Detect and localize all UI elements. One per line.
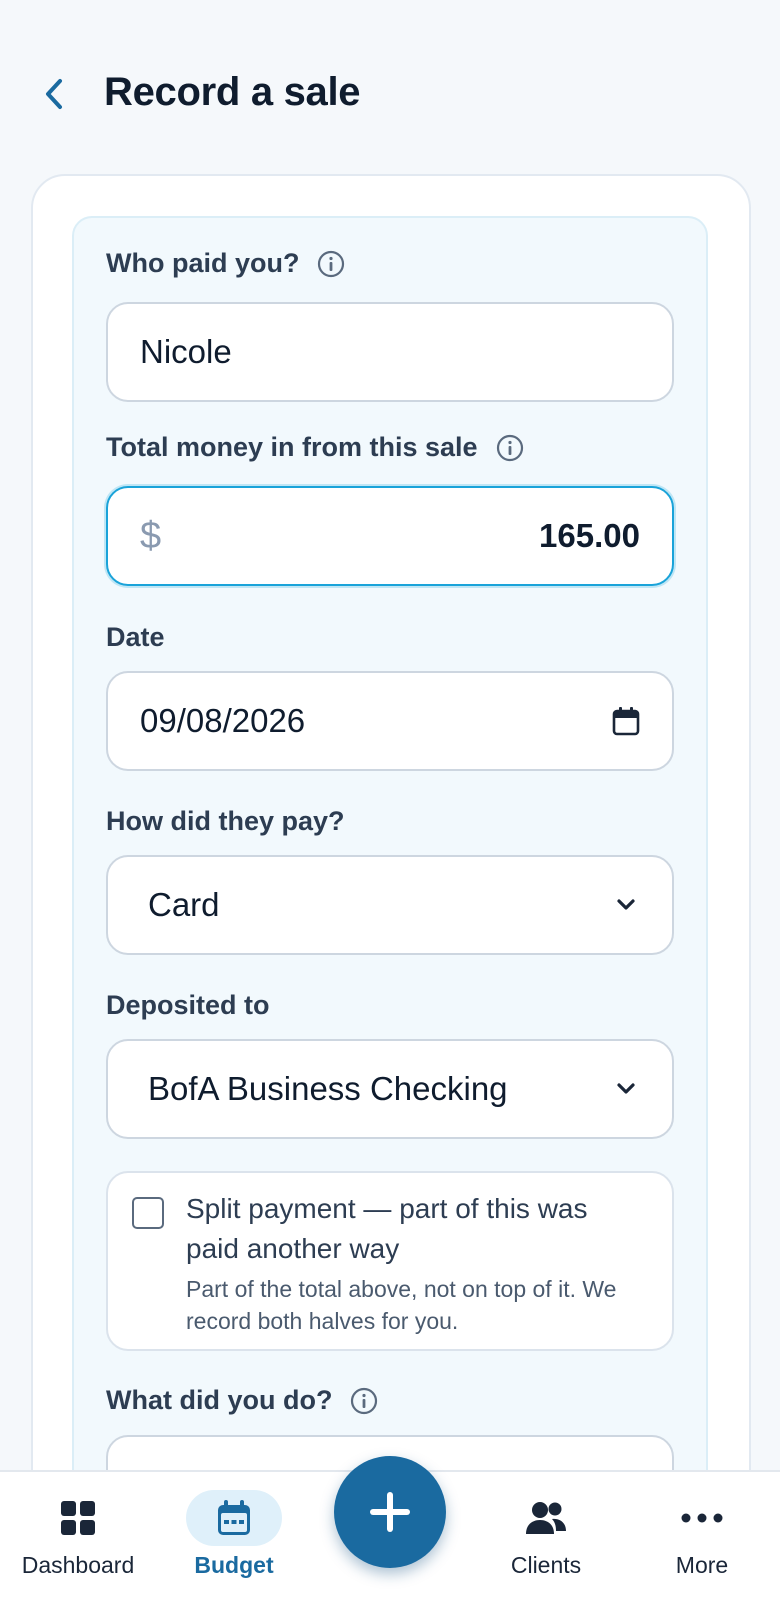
service-label: What did you do? [106,1385,378,1416]
method-label: How did they pay? [106,806,345,836]
amount-input[interactable]: $ 165.00 [106,486,674,586]
date-label: Date [106,622,165,652]
currency-symbol: $ [140,514,162,557]
split-payment-help: Part of the total above, not on top of i… [186,1276,617,1334]
split-payment-option: Split payment — part of this was paid an… [106,1171,674,1351]
payer-label: Who paid you? [106,248,345,279]
nav-budget[interactable]: Budget [164,1472,304,1600]
info-icon[interactable] [350,1387,378,1415]
deposit-label: Deposited to [106,990,270,1020]
add-button[interactable] [334,1456,446,1568]
nav-dashboard[interactable]: Dashboard [8,1472,148,1600]
chevron-left-icon [46,79,62,109]
amount-label: Total money in from this sale [106,432,524,463]
nav-clients[interactable]: Clients [476,1472,616,1600]
page-title: Record a sale [104,70,361,114]
chevron-down-icon [617,1083,635,1094]
people-icon [526,1502,566,1534]
deposit-account-select[interactable]: BofA Business Checking [106,1039,674,1139]
back-button[interactable] [36,74,72,114]
plus-icon [370,1492,410,1532]
payer-input[interactable]: Nicole [106,302,674,402]
info-icon[interactable] [496,434,524,462]
split-payment-title[interactable]: Split payment — part of this was paid an… [186,1189,646,1269]
calendar-icon [218,1500,250,1535]
header: Record a sale [0,56,780,128]
nav-more[interactable]: More [632,1472,772,1600]
calendar-icon[interactable] [612,706,640,736]
grid-icon [61,1501,95,1535]
split-payment-checkbox[interactable] [132,1197,164,1229]
chevron-down-icon [617,899,635,910]
payment-method-select[interactable]: Card [106,855,674,955]
info-icon[interactable] [317,250,345,278]
more-icon [681,1513,723,1523]
date-input[interactable]: 09/08/2026 [106,671,674,771]
